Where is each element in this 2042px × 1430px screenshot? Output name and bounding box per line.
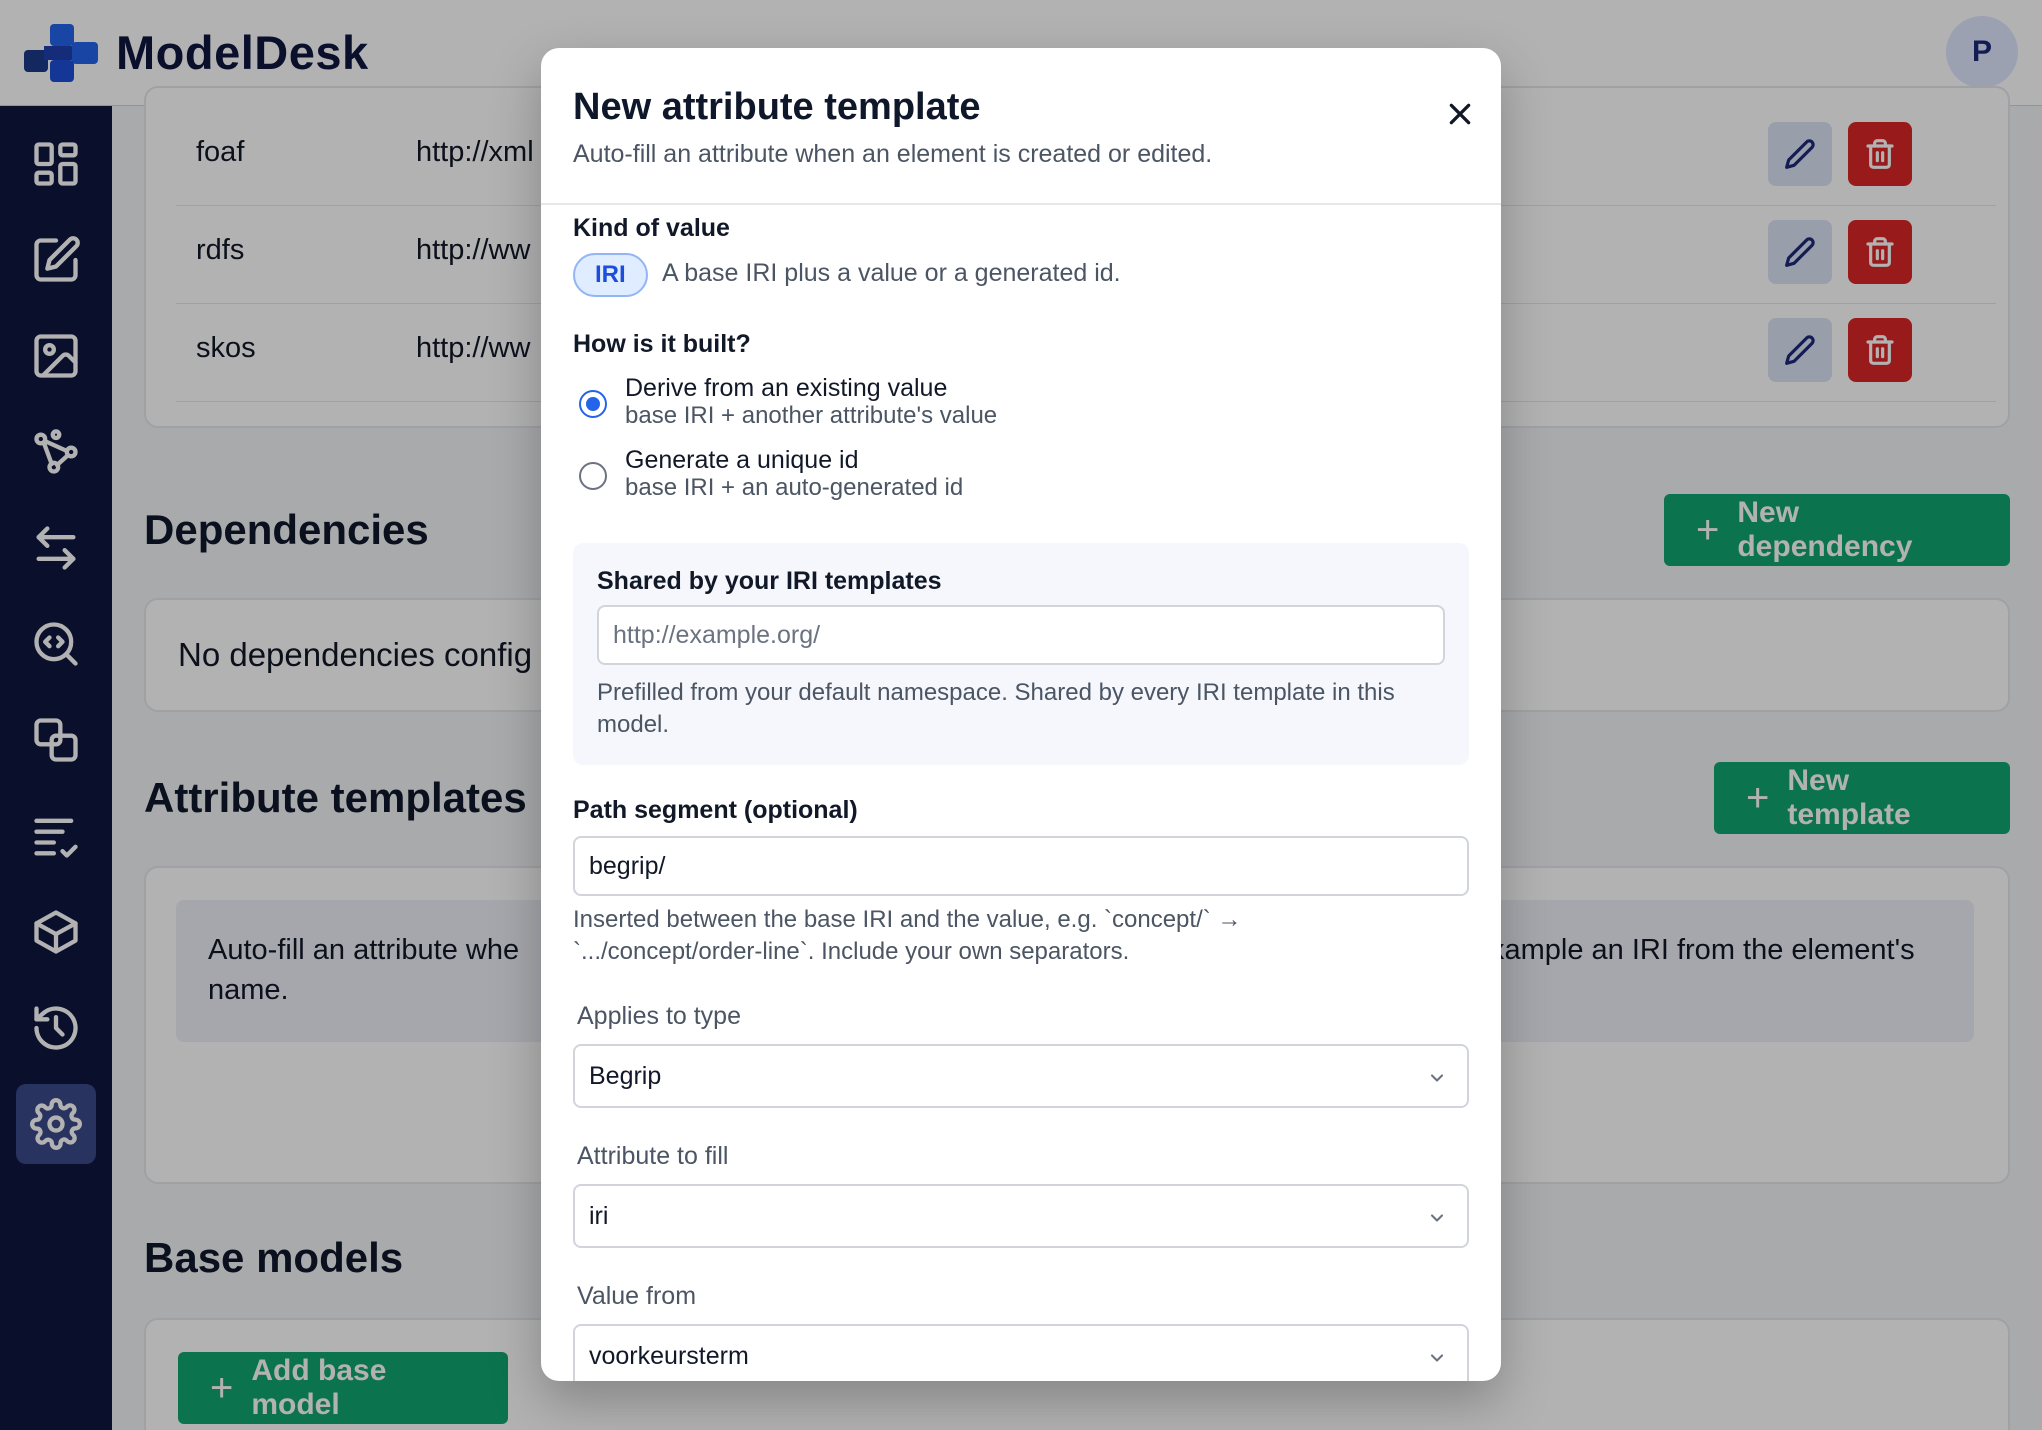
path-help-line2: `.../concept/order-line`. Include your o…	[573, 938, 1130, 965]
option-title: Generate a unique id	[625, 446, 859, 474]
path-help-line1: Inserted between the base IRI and the va…	[573, 906, 1242, 933]
close-button[interactable]	[1436, 90, 1484, 138]
option-description: base IRI + another attribute's value	[625, 402, 998, 429]
derive-radio[interactable]	[579, 390, 607, 418]
generate-radio[interactable]	[579, 462, 607, 490]
value-from-value: voorkeursterm	[589, 1342, 749, 1370]
chevron-down-icon	[1430, 1074, 1444, 1082]
close-icon	[1449, 103, 1471, 125]
applies-to-type-label: Applies to type	[577, 1002, 741, 1030]
path-segment-input[interactable]	[573, 836, 1469, 896]
base-iri-input[interactable]	[597, 605, 1445, 665]
path-segment-help: Inserted between the base IRI and the va…	[573, 904, 1241, 968]
kind-of-value-label: Kind of value	[573, 214, 730, 242]
base-iri-help-line1: Prefilled from your default namespace. S…	[597, 679, 1395, 706]
base-iri-help: Prefilled from your default namespace. S…	[597, 677, 1395, 741]
chevron-down-icon	[1430, 1354, 1444, 1362]
chevron-down-icon	[1430, 1214, 1444, 1222]
option-title: Derive from an existing value	[625, 374, 948, 402]
value-from-select[interactable]: voorkeursterm	[573, 1324, 1469, 1381]
dialog-subtitle: Auto-fill an attribute when an element i…	[573, 140, 1213, 168]
how-built-label: How is it built?	[573, 330, 751, 358]
applies-to-type-select[interactable]: Begrip	[573, 1044, 1469, 1108]
attribute-to-fill-select[interactable]: iri	[573, 1184, 1469, 1248]
attribute-to-fill-value: iri	[589, 1202, 609, 1230]
base-iri-help-line2: model.	[597, 711, 670, 738]
value-from-label: Value from	[577, 1282, 697, 1310]
kind-description: A base IRI plus a value or a generated i…	[662, 259, 1121, 287]
dialog-header: New attribute template Auto-fill an attr…	[541, 48, 1501, 205]
kind-pill: IRI	[573, 253, 648, 297]
dialog-title: New attribute template	[573, 86, 981, 128]
attribute-to-fill-label: Attribute to fill	[577, 1142, 729, 1170]
shared-base-iri-box: Shared by your IRI templates Prefilled f…	[573, 543, 1469, 765]
shared-base-iri-label: Shared by your IRI templates	[597, 567, 942, 595]
applies-to-type-value: Begrip	[589, 1062, 662, 1090]
option-description: base IRI + an auto-generated id	[625, 474, 964, 501]
new-attribute-template-dialog: New attribute template Auto-fill an attr…	[541, 48, 1501, 1381]
path-segment-label: Path segment (optional)	[573, 796, 858, 824]
